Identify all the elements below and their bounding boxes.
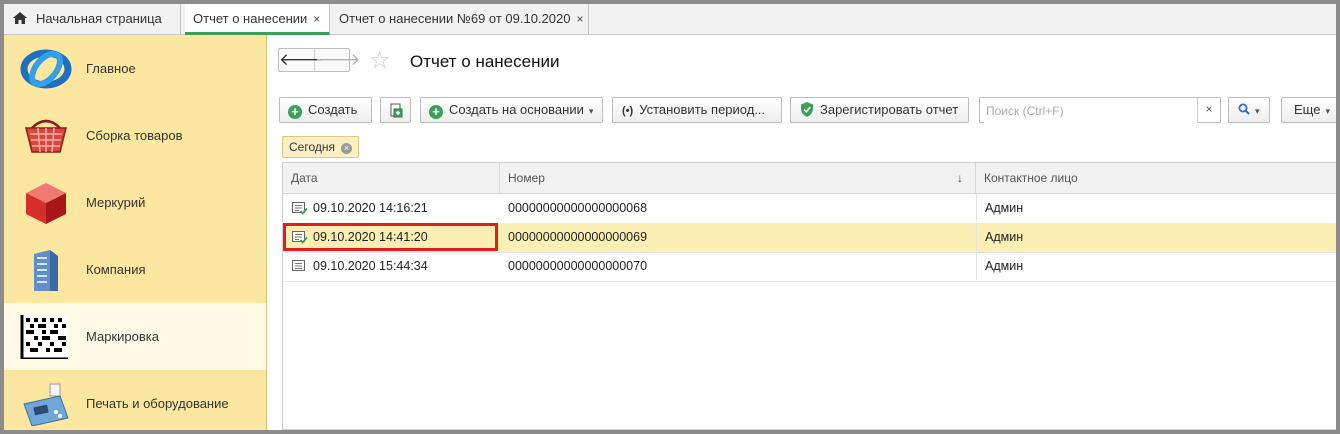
- period-icon: (•): [622, 105, 634, 117]
- chevron-down-icon: ▾: [588, 106, 594, 116]
- page-title: Отчет о нанесении: [410, 52, 560, 71]
- sidebar-item-goods-assembly[interactable]: Сборка товаров: [4, 102, 266, 169]
- reports-table: Дата Номер ↓ Контактное лицо 09.10.2020 …: [282, 162, 1336, 430]
- sidebar-item-label: Маркировка: [86, 329, 159, 344]
- tab-label: Отчет о нанесении: [193, 11, 308, 26]
- cash-register-icon: [23, 383, 69, 426]
- home-icon: [13, 12, 27, 24]
- tab-report-list[interactable]: Отчет о нанесении ×: [185, 4, 330, 35]
- table-row-selected[interactable]: 09.10.2020 14:41:20 00000000000000000069…: [283, 223, 1336, 253]
- shield-check-icon: [801, 102, 813, 117]
- basket-icon: [25, 119, 67, 153]
- set-period-label: Установить период...: [639, 102, 766, 117]
- set-period-button[interactable]: (•) Установить период...: [612, 97, 782, 123]
- tab-label: Начальная страница: [36, 11, 162, 26]
- main-panel: 🡐 🡒 ☆ Отчет о нанесении + Создать + Создат…: [267, 35, 1336, 430]
- register-report-label: Зарегистировать отчет: [820, 102, 959, 117]
- history-nav: 🡐 🡒: [278, 48, 361, 72]
- sidebar-item-main[interactable]: Главное: [4, 35, 266, 102]
- create-label: Создать: [308, 102, 358, 117]
- column-header-contact[interactable]: Контактное лицо: [976, 163, 1336, 193]
- forward-button[interactable]: 🡒: [315, 49, 361, 71]
- cell-date: 09.10.2020 14:16:21: [313, 201, 428, 215]
- cell-number: 00000000000000000069: [508, 230, 648, 244]
- tab-report-69[interactable]: Отчет о нанесении №69 от 09.10.2020 ×: [331, 4, 589, 34]
- remove-filter-icon[interactable]: ×: [341, 143, 352, 154]
- table-row[interactable]: 09.10.2020 14:16:21 00000000000000000068…: [283, 194, 1336, 224]
- search-input[interactable]: [984, 99, 1198, 123]
- sort-descending-icon: ↓: [957, 171, 963, 185]
- tab-label: Отчет о нанесении №69 от 09.10.2020: [339, 11, 571, 26]
- sidebar-item-label: Печать и оборудование: [86, 396, 229, 411]
- more-label: Еще: [1294, 102, 1321, 117]
- filter-label: Сегодня: [289, 140, 335, 154]
- cell-contact: Админ: [976, 252, 1336, 280]
- sidebar-item-company[interactable]: Компания: [4, 236, 266, 303]
- cell-date-focused: 09.10.2020 14:41:20: [283, 223, 498, 251]
- sidebar-item-marking[interactable]: Маркировка: [4, 303, 266, 370]
- sidebar-item-label: Главное: [86, 61, 136, 76]
- posted-document-icon: [292, 231, 308, 244]
- search-icon: [1238, 103, 1250, 115]
- search-field[interactable]: ×: [979, 97, 1221, 123]
- clear-search-button[interactable]: ×: [1197, 98, 1220, 122]
- column-header-number[interactable]: Номер ↓: [500, 163, 976, 193]
- tab-bar: Начальная страница Отчет о нанесении × От…: [4, 4, 1336, 35]
- copy-document-button[interactable]: [380, 97, 411, 123]
- cell-number: 00000000000000000070: [508, 259, 648, 273]
- chevron-down-icon: ▾: [1255, 106, 1260, 116]
- cell-number: 00000000000000000068: [508, 201, 648, 215]
- cell-contact: Админ: [976, 223, 1336, 251]
- building-icon: [34, 250, 58, 291]
- sidebar-item-print-equipment[interactable]: Печать и оборудование: [4, 370, 266, 430]
- cell-contact: Админ: [976, 194, 1336, 222]
- close-tab-icon[interactable]: ×: [577, 12, 584, 26]
- column-header-label: Номер: [508, 171, 545, 185]
- close-tab-icon[interactable]: ×: [313, 12, 320, 26]
- favorite-star-icon[interactable]: ☆: [369, 49, 391, 73]
- column-header-date[interactable]: Дата: [283, 163, 500, 193]
- copy-document-icon: [390, 103, 403, 118]
- table-header: Дата Номер ↓ Контактное лицо: [283, 163, 1336, 194]
- main-swirl-icon: [20, 49, 72, 89]
- more-button[interactable]: Еще ▾: [1281, 97, 1336, 123]
- back-button[interactable]: 🡐: [279, 49, 325, 71]
- create-button[interactable]: + Создать: [279, 97, 372, 123]
- red-cube-icon: [26, 183, 66, 224]
- sections-sidebar: Главное Сборка товаров Меркурий Компания…: [4, 35, 267, 430]
- cell-date: 09.10.2020 15:44:34: [313, 259, 428, 273]
- chevron-down-icon: ▾: [1325, 106, 1330, 116]
- create-based-label: Создать на основании: [449, 102, 584, 117]
- sidebar-item-label: Сборка товаров: [86, 128, 183, 143]
- register-report-button[interactable]: Зарегистировать отчет: [790, 97, 969, 123]
- sidebar-item-label: Меркурий: [86, 195, 146, 210]
- sidebar-item-mercury[interactable]: Меркурий: [4, 169, 266, 236]
- filter-chip-today[interactable]: Сегодня ×: [282, 136, 359, 158]
- app-window: Начальная страница Отчет о нанесении × От…: [4, 4, 1336, 430]
- plus-icon: +: [429, 105, 443, 119]
- table-row[interactable]: 09.10.2020 15:44:34 00000000000000000070…: [283, 252, 1336, 282]
- search-options-button[interactable]: ▾: [1228, 97, 1270, 123]
- tab-home[interactable]: Начальная страница: [4, 4, 181, 34]
- plus-icon: +: [288, 105, 302, 119]
- sidebar-item-label: Компания: [86, 262, 146, 277]
- create-based-on-button[interactable]: + Создать на основании ▾: [420, 97, 603, 123]
- datamatrix-icon: [20, 315, 68, 359]
